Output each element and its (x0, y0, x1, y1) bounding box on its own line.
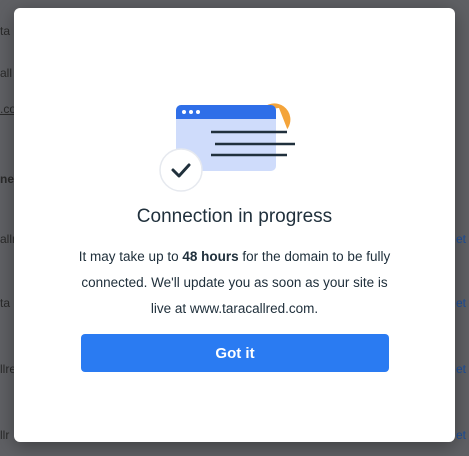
description-text: It may take up to (78, 249, 183, 264)
connection-dialog: Connection in progress It may take up to… (14, 8, 455, 442)
dialog-description: It may take up to 48 hours for the domai… (74, 244, 395, 322)
background-link: et (456, 232, 467, 246)
background-text: llr (0, 428, 10, 442)
got-it-button[interactable]: Got it (81, 334, 389, 372)
dialog-title: Connection in progress (136, 206, 333, 227)
background-text: all (0, 66, 13, 80)
background-heading: ne (0, 172, 15, 186)
duration-highlight: 48 hours (182, 249, 239, 264)
checkmark-icon (159, 148, 203, 192)
background-link: et (456, 362, 467, 376)
background-link: et (456, 296, 467, 310)
background-text: ta (0, 296, 11, 310)
connection-illustration (159, 103, 295, 192)
background-link: et (456, 428, 467, 442)
background-text: ta (0, 24, 11, 38)
